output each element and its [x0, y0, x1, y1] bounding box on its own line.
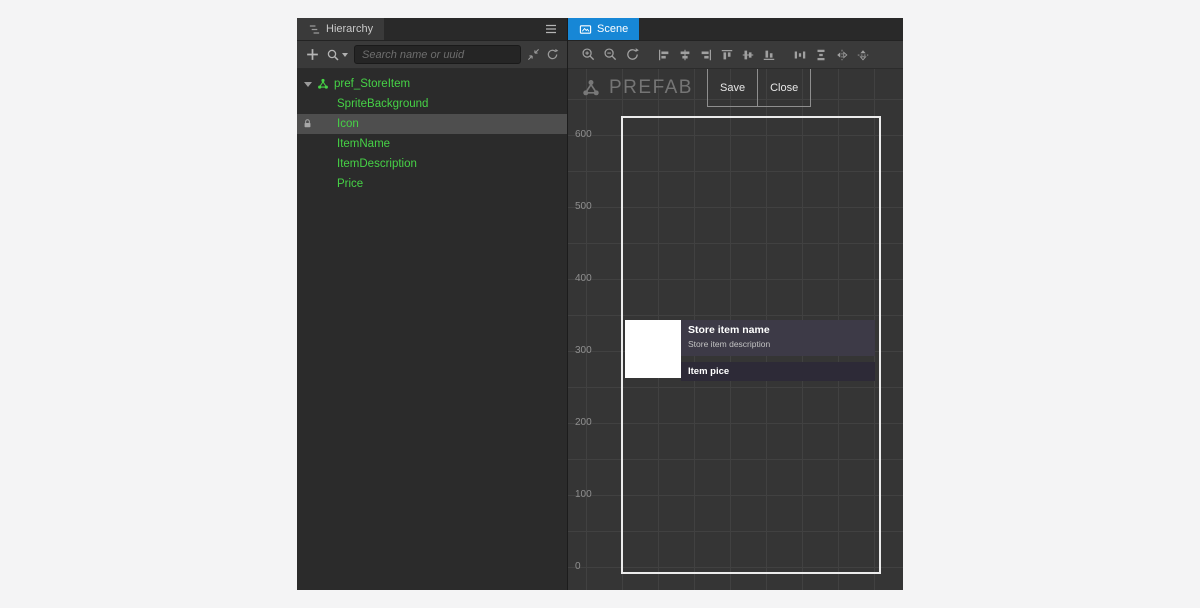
store-item-description: Store item description [688, 339, 875, 349]
tree-row-selected[interactable]: Icon [297, 114, 567, 134]
scene-canvas[interactable]: PREFAB Save Close 600 500 400 300 200 10… [568, 69, 903, 590]
prefab-close-button[interactable]: Close [757, 69, 810, 106]
tab-hierarchy[interactable]: Hierarchy [297, 18, 384, 40]
store-item-preview[interactable]: Store item name Store item description I… [625, 320, 875, 380]
tree-row[interactable]: Price [297, 174, 567, 194]
align-bottom-icon [762, 48, 776, 62]
ruler-label: 500 [575, 201, 592, 213]
search-icon [326, 48, 340, 62]
editor-window: Hierarchy [297, 18, 903, 590]
expand-arrow-icon[interactable] [304, 82, 312, 87]
panel-menu-button[interactable] [535, 18, 567, 40]
align-right-icon [699, 48, 713, 62]
refresh-button[interactable] [546, 48, 559, 61]
ruler-label: 200 [575, 417, 592, 429]
align-left-button[interactable] [657, 48, 671, 62]
prefab-actions: Save Close [707, 69, 811, 107]
prefab-edit-bar: PREFAB Save Close [568, 69, 903, 107]
ruler-label: 600 [575, 129, 592, 141]
node-label: pref_StoreItem [334, 78, 410, 90]
search-input[interactable] [354, 45, 521, 64]
hierarchy-header: Hierarchy [297, 18, 567, 41]
align-right-button[interactable] [699, 48, 713, 62]
zoom-in-icon [581, 47, 596, 62]
node-label: ItemName [337, 138, 390, 150]
align-vertical-center-button[interactable] [741, 48, 755, 62]
store-item-text-block[interactable]: Store item name Store item description [681, 320, 875, 356]
tree-row-prefab-root[interactable]: pref_StoreItem [297, 74, 567, 94]
hierarchy-panel: Hierarchy [297, 18, 568, 590]
flip-vertical-icon [856, 48, 870, 62]
flip-horizontal-icon [835, 48, 849, 62]
hierarchy-tree-icon [308, 23, 321, 36]
tree-row[interactable]: ItemName [297, 134, 567, 154]
align-left-icon [657, 48, 671, 62]
node-label: Icon [337, 118, 359, 130]
store-item-icon-sprite[interactable] [625, 320, 681, 378]
chevron-down-icon [342, 53, 348, 57]
prefab-icon [580, 77, 602, 99]
node-label: Price [337, 178, 363, 190]
prefab-title-label: PREFAB [609, 77, 693, 99]
tree-row[interactable]: ItemDescription [297, 154, 567, 174]
node-label: ItemDescription [337, 158, 417, 170]
scene-toolbar [568, 41, 903, 69]
hierarchy-toolbar [297, 41, 567, 69]
prefab-icon [316, 77, 330, 91]
distribute-vertical-button[interactable] [814, 48, 828, 62]
add-node-button[interactable] [305, 47, 320, 62]
lock-icon[interactable] [302, 118, 313, 129]
align-tools-group [657, 48, 776, 62]
refresh-icon [546, 48, 559, 61]
scene-panel: Scene [568, 18, 903, 590]
flip-horizontal-button[interactable] [835, 48, 849, 62]
distribute-vertical-icon [814, 48, 828, 62]
flip-vertical-button[interactable] [856, 48, 870, 62]
ruler-label: 0 [575, 561, 581, 573]
search-filter-button[interactable] [326, 48, 348, 62]
node-label: SpriteBackground [337, 98, 428, 110]
distribute-tools-group [793, 48, 870, 62]
prefab-mode-title: PREFAB [568, 69, 707, 107]
store-item-price-block[interactable]: Item pice [681, 362, 875, 381]
store-item-name: Store item name [688, 324, 875, 336]
hierarchy-tree: pref_StoreItem SpriteBackground Icon Ite… [297, 69, 567, 590]
reset-view-icon [625, 47, 640, 62]
store-item-price: Item pice [688, 366, 729, 377]
align-bottom-button[interactable] [762, 48, 776, 62]
ruler-label: 400 [575, 273, 592, 285]
zoom-out-icon [603, 47, 618, 62]
distribute-horizontal-button[interactable] [793, 48, 807, 62]
scene-tab-label: Scene [597, 23, 628, 35]
tab-scene[interactable]: Scene [568, 18, 639, 40]
collapse-all-icon [527, 48, 540, 61]
collapse-all-button[interactable] [527, 48, 540, 61]
zoom-in-button[interactable] [581, 47, 596, 62]
hamburger-icon [544, 22, 558, 36]
reset-view-button[interactable] [625, 47, 640, 62]
align-top-button[interactable] [720, 48, 734, 62]
header-spacer [384, 18, 535, 40]
plus-icon [305, 47, 320, 62]
ruler-label: 300 [575, 345, 592, 357]
align-horizontal-center-icon [678, 48, 692, 62]
distribute-horizontal-icon [793, 48, 807, 62]
zoom-out-button[interactable] [603, 47, 618, 62]
tree-row[interactable]: SpriteBackground [297, 94, 567, 114]
align-horizontal-center-button[interactable] [678, 48, 692, 62]
ruler-label: 100 [575, 489, 592, 501]
hierarchy-tab-label: Hierarchy [326, 23, 373, 35]
align-top-icon [720, 48, 734, 62]
prefab-save-button[interactable]: Save [707, 69, 757, 106]
align-vertical-center-icon [741, 48, 755, 62]
scene-header: Scene [568, 18, 903, 41]
scene-tab-icon [579, 23, 592, 36]
